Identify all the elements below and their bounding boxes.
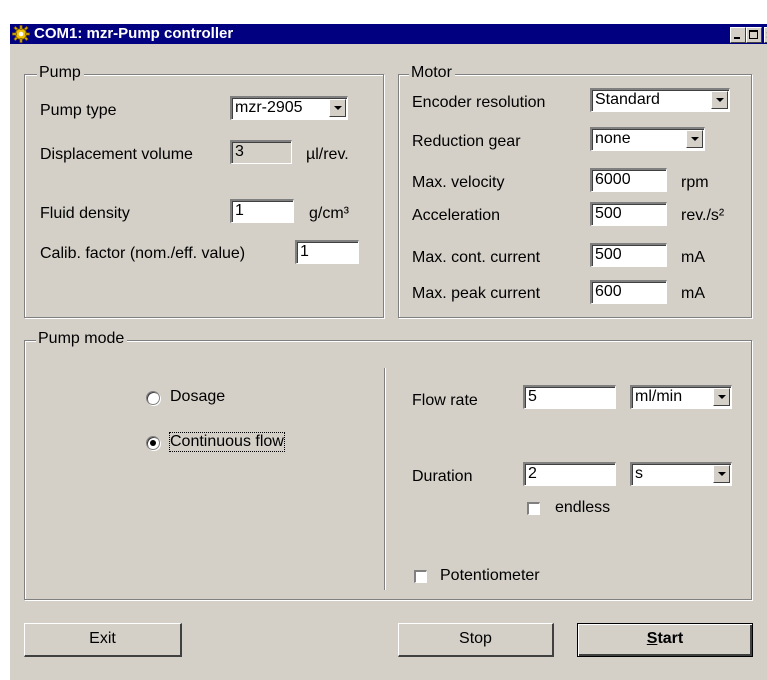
potentiometer-label[interactable]: Potentiometer <box>440 567 540 585</box>
gear-select[interactable]: none <box>590 127 705 151</box>
density-unit: g/cm³ <box>309 205 349 222</box>
duration-field[interactable]: 2 <box>523 462 616 486</box>
dropdown-button[interactable] <box>711 91 728 109</box>
displacement-field: 3 <box>230 140 292 164</box>
density-field[interactable]: 1 <box>230 199 294 223</box>
velocity-label: Max. velocity <box>412 174 505 191</box>
continuous-flow-radio[interactable] <box>146 436 160 450</box>
gear-icon <box>12 25 30 49</box>
mode-divider <box>384 368 386 590</box>
calib-factor-field[interactable]: 1 <box>295 240 359 264</box>
chevron-down-icon <box>718 395 726 399</box>
motor-group-legend: Motor <box>409 64 455 82</box>
flow-rate-label: Flow rate <box>412 392 478 409</box>
gear-label: Reduction gear <box>412 133 521 150</box>
cont-current-unit: mA <box>681 249 705 266</box>
pump-type-select[interactable]: mzr-2905 <box>230 96 348 120</box>
dropdown-button[interactable] <box>686 130 703 148</box>
duration-label: Duration <box>412 468 473 485</box>
flow-unit-select[interactable]: ml/min <box>630 385 732 409</box>
window-title: COM1: mzr-Pump controller <box>34 25 234 42</box>
accel-unit: rev./s² <box>681 207 725 224</box>
accel-label: Acceleration <box>412 207 501 224</box>
potentiometer-checkbox[interactable] <box>414 570 427 583</box>
pump-group-legend: Pump <box>37 64 84 82</box>
dropdown-button[interactable] <box>713 465 730 483</box>
velocity-field[interactable]: 6000 <box>590 168 667 192</box>
encoder-label: Encoder resolution <box>412 94 546 111</box>
title-bar[interactable]: COM1: mzr-Pump controller × <box>10 24 767 44</box>
velocity-unit: rpm <box>681 174 709 191</box>
start-mnemonic: S <box>646 630 658 647</box>
calib-factor-label: Calib. factor (nom./eff. value) <box>40 245 246 262</box>
dosage-label[interactable]: Dosage <box>170 388 225 406</box>
cont-current-field[interactable]: 500 <box>590 243 667 267</box>
peak-current-unit: mA <box>681 285 705 302</box>
exit-button[interactable]: Exit <box>24 623 182 657</box>
accel-field[interactable]: 500 <box>590 202 667 226</box>
start-label: tart <box>657 630 684 647</box>
endless-label[interactable]: endless <box>555 499 610 517</box>
chevron-down-icon <box>334 106 342 110</box>
duration-unit-select[interactable]: s <box>630 462 732 486</box>
dropdown-button[interactable] <box>713 388 730 406</box>
pump-mode-legend: Pump mode <box>36 330 128 348</box>
continuous-flow-label[interactable]: Continuous flow <box>169 432 285 452</box>
dropdown-button[interactable] <box>329 99 346 117</box>
chevron-down-icon <box>718 472 726 476</box>
peak-current-field[interactable]: 600 <box>590 280 667 304</box>
displacement-label: Displacement volume <box>40 146 193 163</box>
cont-current-label: Max. cont. current <box>412 249 541 266</box>
peak-current-label: Max. peak current <box>412 285 541 302</box>
radio-selected-dot <box>150 440 156 446</box>
density-label: Fluid density <box>40 205 130 222</box>
pump-type-label: Pump type <box>40 102 117 119</box>
flow-rate-field[interactable]: 5 <box>523 385 616 409</box>
dosage-radio[interactable] <box>146 391 160 405</box>
stop-button[interactable]: Stop <box>398 623 554 657</box>
minimize-button[interactable] <box>730 27 746 43</box>
maximize-button[interactable] <box>746 27 762 43</box>
endless-checkbox[interactable] <box>527 502 540 515</box>
maximize-icon <box>749 30 758 39</box>
chevron-down-icon <box>716 98 724 102</box>
minimize-icon <box>734 37 740 39</box>
encoder-select[interactable]: Standard <box>590 88 730 112</box>
start-button[interactable]: Start <box>577 623 753 657</box>
chevron-down-icon <box>691 137 699 141</box>
displacement-unit: µl/rev. <box>306 146 349 163</box>
